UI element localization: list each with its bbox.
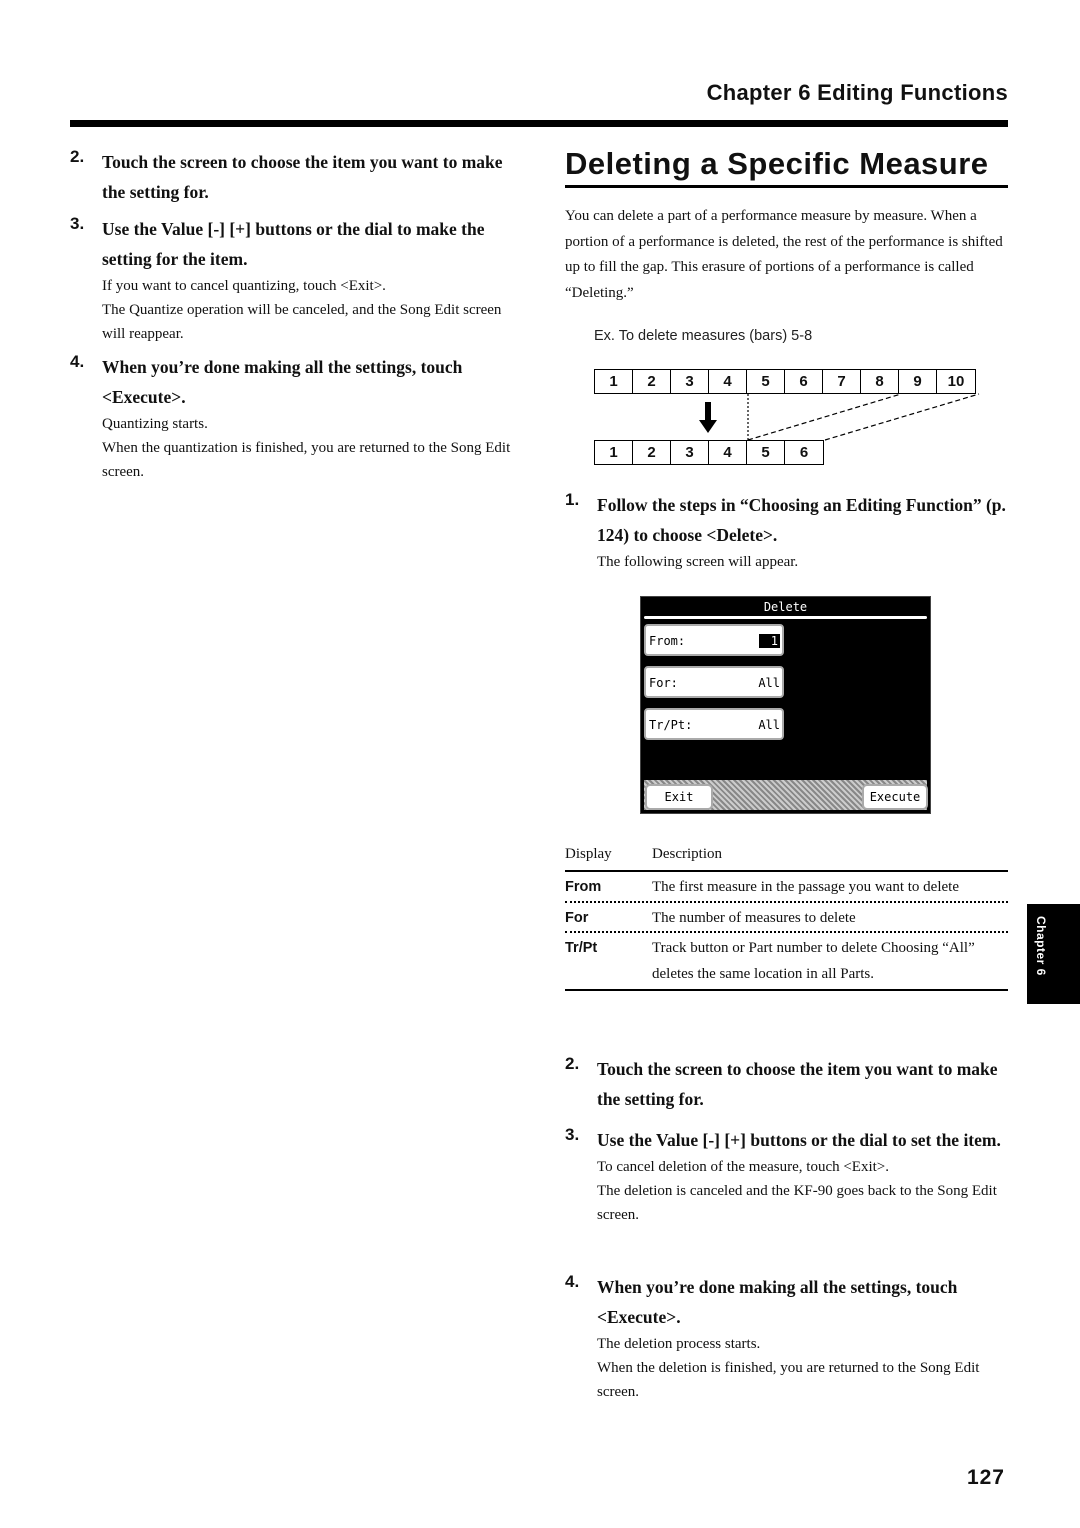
down-arrow-icon	[699, 402, 717, 433]
header-rule	[70, 120, 1008, 127]
step-number: 2.	[565, 1054, 580, 1073]
table-bottom-rule	[565, 989, 1008, 991]
step-title: When you’re done making all the settings…	[102, 357, 463, 407]
from-label: From:	[649, 634, 686, 648]
step-title: When you’re done making all the settings…	[597, 1277, 958, 1327]
step-title: Use the Value [-] [+] buttons or the dia…	[597, 1130, 1001, 1150]
section-rule	[565, 185, 1008, 188]
left-step-4: 4. When you’re done making all the setti…	[70, 352, 515, 484]
table-row: Tr/Pt Track button or Part number to del…	[565, 933, 1008, 987]
row-key: From	[565, 879, 602, 895]
for-value: All	[758, 676, 780, 690]
table-row: For The number of measures to delete	[565, 903, 1008, 933]
step-body-line: When the quantization is finished, you a…	[102, 440, 511, 480]
column-header-description: Description	[652, 846, 722, 862]
right-step-3: 3. Use the Value [-] [+] buttons or the …	[565, 1125, 1010, 1227]
step-number: 4.	[565, 1272, 580, 1291]
trpt-field[interactable]: Tr/Pt: All	[644, 708, 784, 740]
table-header: Display Description	[565, 846, 1008, 872]
step-body-line: The following screen will appear.	[597, 554, 799, 570]
row-key: Tr/Pt	[565, 940, 598, 956]
step-body-line: If you want to cancel quantizing, touch …	[102, 278, 386, 294]
step-body-line: When the deletion is finished, you are r…	[597, 1360, 980, 1400]
execute-button[interactable]: Execute	[862, 784, 928, 810]
step-body-line: Quantizing starts.	[102, 416, 208, 432]
left-step-2: 2. Touch the screen to choose the item y…	[70, 147, 515, 207]
intro-paragraph: You can delete a part of a performance m…	[565, 208, 1003, 301]
step-body-line: To cancel deletion of the measure, touch…	[597, 1159, 890, 1175]
step-title: Touch the screen to choose the item you …	[597, 1059, 998, 1109]
step-number: 1.	[565, 490, 580, 509]
right-step-4: 4. When you’re done making all the setti…	[565, 1272, 1010, 1404]
chapter-side-tab[interactable]: Chapter 6	[1027, 904, 1080, 1004]
dashed-guide	[747, 393, 902, 441]
title-bar-divider	[644, 616, 927, 619]
from-field[interactable]: From: 1	[644, 624, 784, 656]
for-field[interactable]: For: All	[644, 666, 784, 698]
step-number: 3.	[70, 214, 85, 233]
exit-button[interactable]: Exit	[645, 784, 713, 810]
row-description: The number of measures to delete	[652, 909, 856, 926]
row-description: Track button or Part number to delete Ch…	[652, 940, 975, 982]
dashed-guide	[824, 393, 980, 441]
for-label: For:	[649, 676, 678, 690]
from-value: 1	[758, 634, 780, 648]
screen-title: Delete	[763, 600, 808, 614]
row-description: The first measure in the passage you wan…	[652, 879, 959, 895]
trpt-label: Tr/Pt:	[649, 718, 693, 732]
right-step-1: 1. Follow the steps in “Choosing an Edit…	[565, 490, 1010, 574]
step-body-line: The deletion is canceled and the KF-90 g…	[597, 1183, 997, 1223]
side-tab-label: Chapter 6	[1034, 916, 1048, 976]
parameter-table: Display Description From The first measu…	[565, 846, 1008, 991]
step-body-line: The Quantize operation will be canceled,…	[102, 302, 502, 342]
row-key: For	[565, 909, 589, 926]
page-number: 127	[966, 1466, 1005, 1489]
trpt-value: All	[758, 718, 780, 732]
step-body-line: The deletion process starts.	[597, 1336, 761, 1352]
column-header-display: Display	[565, 846, 612, 862]
step-number: 2.	[70, 147, 85, 166]
step-number: 4.	[70, 352, 85, 371]
right-step-2: 2. Touch the screen to choose the item y…	[565, 1054, 1010, 1114]
step-title: Use the Value [-] [+] buttons or the dia…	[102, 219, 485, 269]
step-title: Touch the screen to choose the item you …	[102, 152, 503, 202]
section-title: Deleting a Specific Measure	[565, 146, 989, 181]
step-title: Follow the steps in “Choosing an Editing…	[597, 495, 1006, 545]
delete-screen: Delete From: 1 For: All Tr/Pt: All Exit …	[640, 596, 931, 814]
chapter-header: Chapter 6 Editing Functions	[706, 80, 1008, 105]
step-number: 3.	[565, 1125, 580, 1144]
table-row: From The first measure in the passage yo…	[565, 872, 1008, 903]
example-label: Ex. To delete measures (bars) 5-8	[594, 328, 813, 344]
left-step-3: 3. Use the Value [-] [+] buttons or the …	[70, 214, 515, 346]
diagram-connectors	[699, 393, 980, 441]
